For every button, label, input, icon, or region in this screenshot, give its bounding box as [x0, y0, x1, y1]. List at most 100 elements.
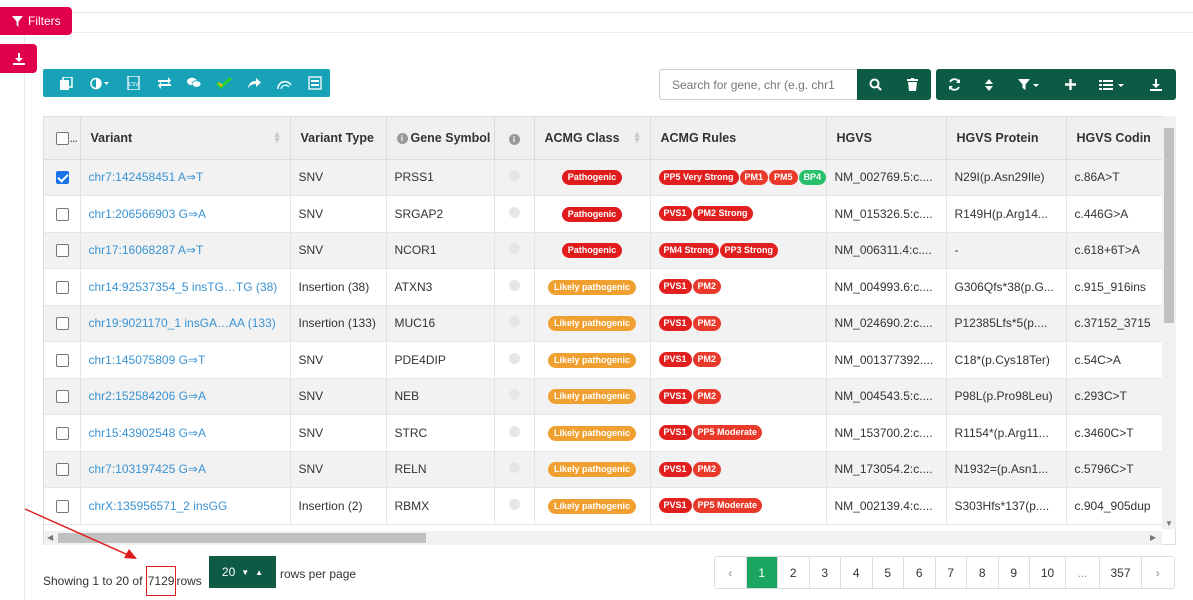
- refresh-button[interactable]: [936, 69, 973, 100]
- col-hgvs-coding[interactable]: HGVS Codin: [1066, 117, 1175, 160]
- variant-cell[interactable]: chr7:103197425 G⇒A: [80, 451, 291, 488]
- vertical-scrollbar[interactable]: ▼: [1162, 116, 1176, 529]
- row-select-cell[interactable]: [44, 268, 81, 306]
- col-hgvs[interactable]: HGVS: [826, 117, 947, 160]
- variant-link[interactable]: chr15:43902548 G⇒A: [89, 426, 206, 440]
- add-button[interactable]: [1053, 69, 1087, 100]
- filters-button[interactable]: Filters: [0, 7, 72, 35]
- page-7[interactable]: 7: [935, 557, 967, 588]
- row-checkbox[interactable]: [56, 463, 69, 477]
- column-filter-dropdown[interactable]: [1005, 69, 1053, 100]
- row-checkbox[interactable]: [56, 207, 69, 221]
- row-select-cell[interactable]: [44, 341, 81, 379]
- page-5[interactable]: 5: [872, 557, 904, 588]
- columns-dropdown[interactable]: [1087, 69, 1137, 100]
- table-row[interactable]: chr19:9021170_1 insGA…AA (133) Insertion …: [44, 305, 1175, 342]
- share-icon[interactable]: [239, 69, 269, 97]
- row-checkbox[interactable]: [56, 353, 69, 367]
- col-gene-symbol[interactable]: i Gene Symbol: [386, 117, 495, 160]
- row-select-cell[interactable]: [44, 378, 81, 415]
- variant-link[interactable]: chrX:135956571_2 insGG: [89, 499, 228, 513]
- row-checkbox[interactable]: [56, 390, 69, 404]
- variant-cell[interactable]: chr1:206566903 G⇒A: [80, 195, 291, 233]
- variant-link[interactable]: chr7:142458451 A⇒T: [89, 170, 204, 184]
- clear-search-button[interactable]: [894, 69, 931, 100]
- next-page-button[interactable]: ›: [1142, 557, 1174, 588]
- select-all-checkbox[interactable]: [56, 131, 69, 145]
- check-icon[interactable]: [209, 69, 239, 97]
- table-row[interactable]: chr7:142458451 A⇒T SNV PRSS1 Pathogenic PP5 …: [44, 159, 1175, 196]
- page-3[interactable]: 3: [809, 557, 841, 588]
- scroll-down-arrow-icon[interactable]: ▼: [1165, 519, 1173, 528]
- row-select-cell[interactable]: [44, 414, 81, 452]
- table-row[interactable]: chr14:92537354_5 insTG…TG (38) Insertion …: [44, 268, 1175, 306]
- table-row[interactable]: chr1:145075809 G⇒T SNV PDE4DIP Likely patho…: [44, 341, 1175, 379]
- prev-page-button[interactable]: ‹: [715, 557, 747, 588]
- row-checkbox[interactable]: [56, 317, 69, 331]
- comments-icon[interactable]: [179, 69, 209, 97]
- rainbow-icon[interactable]: [270, 69, 300, 97]
- search-button[interactable]: [857, 69, 894, 100]
- horizontal-scrollbar[interactable]: ◀ ▶: [44, 531, 1162, 545]
- col-hgvs-protein[interactable]: HGVS Protein: [946, 117, 1067, 160]
- vertical-scroll-thumb[interactable]: [1164, 128, 1174, 323]
- row-select-cell[interactable]: [44, 159, 81, 196]
- variant-link[interactable]: chr7:103197425 G⇒A: [89, 462, 206, 476]
- col-variant[interactable]: Variant ▲ ▼: [80, 117, 291, 160]
- variant-cell[interactable]: chr17:16068287 A⇒T: [80, 232, 291, 269]
- variant-cell[interactable]: chr7:142458451 A⇒T: [80, 159, 291, 196]
- variant-cell[interactable]: chr2:152584206 G⇒A: [80, 378, 291, 415]
- variant-link[interactable]: chr1:145075809 G⇒T: [89, 353, 206, 367]
- page-357[interactable]: 357: [1100, 557, 1142, 588]
- exchange-icon[interactable]: [149, 69, 179, 97]
- row-checkbox[interactable]: [56, 280, 69, 294]
- variant-cell[interactable]: chr19:9021170_1 insGA…AA (133): [80, 305, 291, 342]
- row-select-cell[interactable]: [44, 451, 81, 488]
- variant-link[interactable]: chr2:152584206 G⇒A: [89, 389, 206, 403]
- row-select-cell[interactable]: [44, 487, 81, 525]
- page-2[interactable]: 2: [778, 557, 810, 588]
- variant-link[interactable]: chr1:206566903 G⇒A: [89, 207, 206, 221]
- scroll-right-arrow-icon[interactable]: ▶: [1150, 533, 1156, 542]
- row-select-cell[interactable]: [44, 232, 81, 269]
- table-row[interactable]: chr2:152584206 G⇒A SNV NEB Likely pathogeni…: [44, 378, 1175, 415]
- table-row[interactable]: chr15:43902548 G⇒A SNV STRC Likely pathogen…: [44, 414, 1175, 452]
- row-checkbox[interactable]: [56, 499, 69, 513]
- row-select-cell[interactable]: [44, 305, 81, 342]
- row-select-cell[interactable]: [44, 195, 81, 233]
- csv-icon[interactable]: CSV: [119, 69, 149, 97]
- row-checkbox[interactable]: [56, 426, 69, 440]
- col-info[interactable]: i: [494, 117, 535, 160]
- variant-link[interactable]: chr19:9021170_1 insGA…AA (133): [89, 316, 276, 330]
- col-variant-type[interactable]: Variant Type: [290, 117, 387, 160]
- variant-cell[interactable]: chr1:145075809 G⇒T: [80, 341, 291, 379]
- page-4[interactable]: 4: [841, 557, 873, 588]
- table-row[interactable]: chrX:135956571_2 insGG Insertion (2) RBMX L…: [44, 487, 1175, 525]
- page-10[interactable]: 10: [1030, 557, 1066, 588]
- select-all-header[interactable]: ...: [44, 117, 81, 160]
- col-acmg-class[interactable]: ACMG Class ▲ ▼: [534, 117, 651, 160]
- table-row[interactable]: chr7:103197425 G⇒A SNV RELN Likely pathogen…: [44, 451, 1175, 488]
- page-size-dropdown[interactable]: 20 ▼ ▲: [209, 556, 276, 588]
- scroll-left-arrow-icon[interactable]: ◀: [47, 533, 53, 542]
- variant-cell[interactable]: chr15:43902548 G⇒A: [80, 414, 291, 452]
- page-6[interactable]: 6: [904, 557, 936, 588]
- page-9[interactable]: 9: [998, 557, 1030, 588]
- search-input[interactable]: [659, 69, 857, 100]
- page-8[interactable]: 8: [967, 557, 999, 588]
- side-download-button[interactable]: [0, 44, 37, 73]
- variant-link[interactable]: chr14:92537354_5 insTG…TG (38): [89, 280, 278, 294]
- variant-cell[interactable]: chr14:92537354_5 insTG…TG (38): [80, 268, 291, 306]
- download-button[interactable]: [1137, 69, 1175, 100]
- copy-icon[interactable]: [51, 69, 81, 97]
- variant-link[interactable]: chr17:16068287 A⇒T: [89, 243, 204, 257]
- horizontal-scroll-thumb[interactable]: [58, 533, 426, 543]
- table-row[interactable]: chr1:206566903 G⇒A SNV SRGAP2 Pathogenic PVS…: [44, 195, 1175, 233]
- export-icon[interactable]: [300, 69, 330, 97]
- sort-button[interactable]: [973, 69, 1005, 100]
- col-acmg-rules[interactable]: ACMG Rules: [650, 117, 827, 160]
- contrast-icon[interactable]: [81, 69, 119, 97]
- row-checkbox[interactable]: [56, 244, 69, 258]
- variant-cell[interactable]: chrX:135956571_2 insGG: [80, 487, 291, 525]
- page-1[interactable]: 1: [746, 557, 778, 588]
